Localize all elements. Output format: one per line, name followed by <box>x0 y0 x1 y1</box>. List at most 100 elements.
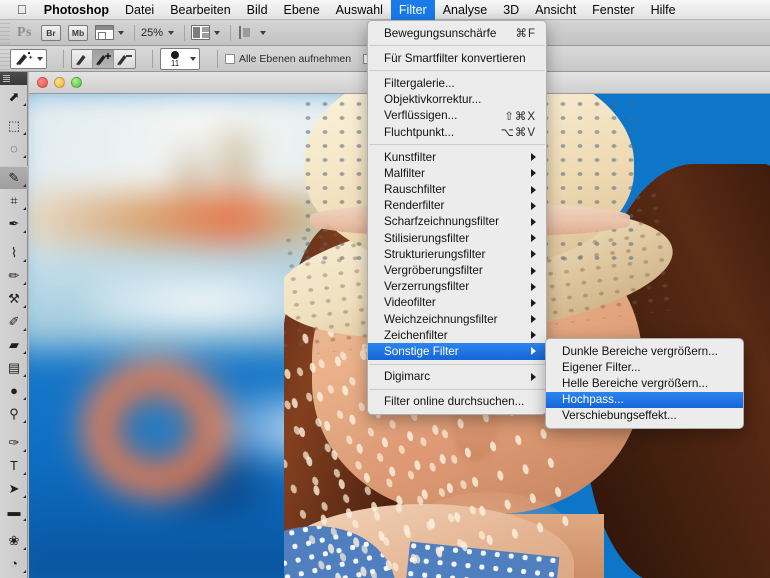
menubar-item-auswahl[interactable]: Auswahl <box>328 0 391 20</box>
menu-separator <box>369 45 545 47</box>
move-tool[interactable]: ⬈ <box>0 85 28 108</box>
menu-item-verzerrungsfilter[interactable]: Verzerrungsfilter <box>368 279 546 295</box>
menubar-item-photoshop[interactable]: Photoshop <box>36 0 117 20</box>
menubar-item-hilfe[interactable]: Hilfe <box>643 0 684 20</box>
dodge-tool[interactable]: ⚲ <box>0 402 28 425</box>
menu-item-rauschfilter[interactable]: Rauschfilter <box>368 182 546 198</box>
menubar-item-analyse[interactable]: Analyse <box>435 0 495 20</box>
tool-more-indicator <box>23 351 26 354</box>
zoom-level-control[interactable]: 25% <box>141 27 175 39</box>
menu-item-label: Renderfilter <box>384 199 445 213</box>
menu-item-bewegungsunschärfe[interactable]: Bewegungsunschärfe ⌘F <box>368 25 546 41</box>
tool-more-indicator <box>23 547 26 550</box>
checkbox-sample-all-layers[interactable]: Alle Ebenen aufnehmen <box>225 53 351 65</box>
launch-mini-bridge-button[interactable]: Mb <box>68 24 88 41</box>
lasso-tool[interactable]: ◌ <box>0 137 28 160</box>
options-separator <box>152 49 153 68</box>
menu-item-eigener-filter[interactable]: Eigener Filter... <box>546 359 743 375</box>
brush-size-picker[interactable]: 11 <box>160 47 200 70</box>
menubar-item-ansicht[interactable]: Ansicht <box>527 0 584 20</box>
horizontal-type-tool[interactable]: T <box>0 454 28 477</box>
checkbox-box[interactable] <box>225 53 235 64</box>
quick-selection-tool-icon: ✎ <box>8 170 20 185</box>
appbar-grip[interactable] <box>0 19 10 46</box>
path-selection-tool-icon: ➤ <box>8 481 20 496</box>
menubar-item-filter[interactable]: Filter <box>390 0 435 20</box>
filter-menu[interactable]: Bewegungsunschärfe ⌘F Für Smartfilter konv… <box>367 20 547 415</box>
clone-stamp-tool[interactable]: ⚒ <box>0 287 28 310</box>
menu-item-weichzeichnungsfilter[interactable]: Weichzeichnungsfilter <box>368 311 546 327</box>
menu-item-label: Rauschfilter <box>384 183 446 197</box>
history-brush-tool[interactable]: ✐ <box>0 310 28 333</box>
screen-mode-control[interactable] <box>95 25 124 40</box>
chevron-down-icon <box>37 56 43 61</box>
menu-item-scharfzeichnungsfilter[interactable]: Scharfzeichnungsfilter <box>368 214 546 230</box>
menu-item-stilisierungsfilter[interactable]: Stilisierungsfilter <box>368 230 546 246</box>
menu-item-filtergalerie[interactable]: Filtergalerie... <box>368 75 546 91</box>
chevron-down-icon <box>260 30 267 35</box>
chevron-down-icon <box>190 56 196 61</box>
tools-palette-header[interactable] <box>0 72 27 85</box>
selection-mode-group[interactable] <box>71 48 136 69</box>
gradient-tool-icon: ▤ <box>7 360 21 375</box>
crop-tool-icon: ⌗ <box>10 193 18 208</box>
menu-item-dunkle-bereiche-vergrößern[interactable]: Dunkle Bereiche vergrößern... <box>546 343 743 359</box>
menubar-item-datei[interactable]: Datei <box>117 0 162 20</box>
menu-item-verschiebungseffekt[interactable]: Verschiebungseffekt... <box>546 408 743 424</box>
3d-camera-rotate-tool[interactable]: ◔ <box>0 552 28 575</box>
menu-item-fluchtpunkt[interactable]: Fluchtpunkt... ⌥⌘V <box>368 124 546 140</box>
menu-item-kunstfilter[interactable]: Kunstfilter <box>368 149 546 165</box>
menubar-item-3d[interactable]: 3D <box>495 0 527 20</box>
rectangular-marquee-tool[interactable]: ⬚ <box>0 114 28 137</box>
eraser-tool[interactable]: ▰ <box>0 333 28 356</box>
tool-preset-picker[interactable] <box>10 48 47 69</box>
menu-item-verflüssigen[interactable]: Verflüssigen... ⇧⌘X <box>368 108 546 124</box>
blur-tool[interactable]: ● <box>0 379 28 402</box>
menu-item-helle-bereiche-vergrößern[interactable]: Helle Bereiche vergrößern... <box>546 375 743 391</box>
menubar-item-bild[interactable]: Bild <box>239 0 276 20</box>
subtract-from-selection-button[interactable] <box>114 49 135 68</box>
menubar-item-fenster[interactable]: Fenster <box>584 0 642 20</box>
pen-tool[interactable]: ✑ <box>0 431 28 454</box>
menu-item-für-smartfilter-konvertieren[interactable]: Für Smartfilter konvertieren <box>368 50 546 66</box>
horizontal-type-tool-icon: T <box>10 458 18 473</box>
menu-item-label: Bewegungsunschärfe <box>384 26 497 40</box>
launch-bridge-button[interactable]: Br <box>41 24 61 41</box>
menubar-item-bearbeiten[interactable]: Bearbeiten <box>162 0 238 20</box>
menubar-item-ebene[interactable]: Ebene <box>276 0 328 20</box>
menu-item-filter-online-durchsuchen[interactable]: Filter online durchsuchen... <box>368 394 546 410</box>
optionsbar-grip[interactable] <box>0 45 10 72</box>
apple-logo-icon[interactable]:  <box>8 0 36 20</box>
menu-item-label: Dunkle Bereiche vergrößern... <box>562 344 718 358</box>
add-to-selection-button[interactable] <box>93 49 114 68</box>
3d-object-rotate-tool[interactable]: ❀ <box>0 529 28 552</box>
tool-more-indicator <box>23 449 26 452</box>
menu-item-label: Eigener Filter... <box>562 360 641 374</box>
menu-item-label: Digimarc <box>384 370 431 384</box>
menu-item-zeichenfilter[interactable]: Zeichenfilter <box>368 327 546 343</box>
rectangle-tool[interactable]: ▬ <box>0 500 28 523</box>
menu-item-videofilter[interactable]: Videofilter <box>368 295 546 311</box>
eyedropper-tool[interactable]: ✒ <box>0 212 28 235</box>
spot-healing-brush-tool-icon: ⌇ <box>10 245 18 260</box>
menu-item-sonstige-filter[interactable]: Sonstige Filter <box>368 343 546 360</box>
sonstige-filter-submenu[interactable]: Dunkle Bereiche vergrößern... Eigener Fil… <box>545 338 744 429</box>
menu-item-strukturierungsfilter[interactable]: Strukturierungsfilter <box>368 246 546 262</box>
menu-item-vergröberungsfilter[interactable]: Vergröberungsfilter <box>368 262 546 278</box>
tool-more-indicator <box>23 305 26 308</box>
menu-item-objektivkorrektur[interactable]: Objektivkorrektur... <box>368 92 546 108</box>
menu-item-label: Videofilter <box>384 296 436 310</box>
quick-selection-tool[interactable]: ✎ <box>0 166 28 189</box>
menu-item-hochpass[interactable]: Hochpass... <box>546 391 743 408</box>
path-selection-tool[interactable]: ➤ <box>0 477 28 500</box>
brush-tool[interactable]: ✏ <box>0 264 28 287</box>
gradient-tool[interactable]: ▤ <box>0 356 28 379</box>
spot-healing-brush-tool[interactable]: ⌇ <box>0 241 28 264</box>
menu-item-renderfilter[interactable]: Renderfilter <box>368 198 546 214</box>
menu-item-malfilter[interactable]: Malfilter <box>368 165 546 181</box>
arrange-documents-control[interactable] <box>191 25 221 40</box>
crop-tool[interactable]: ⌗ <box>0 189 28 212</box>
menu-item-digimarc[interactable]: Digimarc <box>368 369 546 385</box>
new-selection-button[interactable] <box>72 49 93 68</box>
view-extras-control[interactable] <box>237 25 267 40</box>
